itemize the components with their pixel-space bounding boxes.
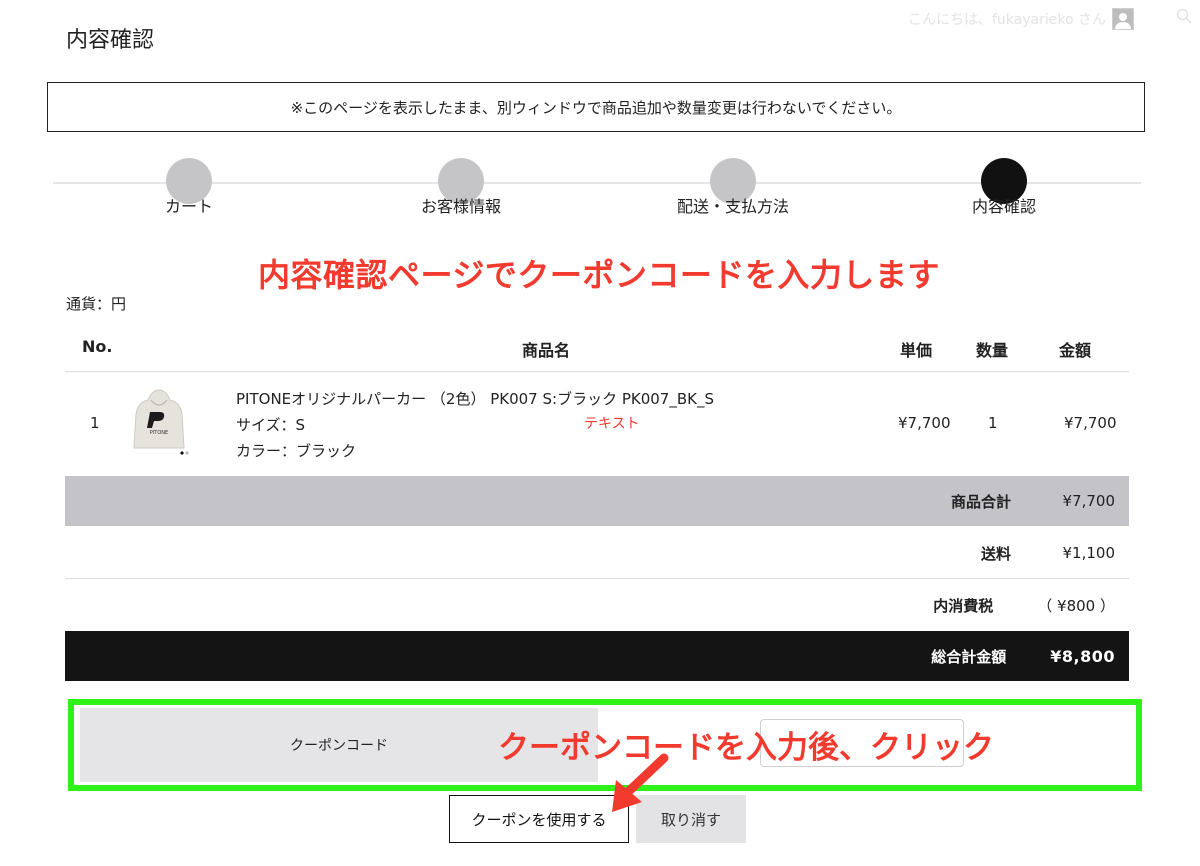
tax-row: 内消費税 （ ¥800 ）	[65, 580, 1129, 630]
shipping-row: 送料 ¥1,100	[65, 528, 1129, 578]
quantity: 1	[988, 414, 998, 432]
annotation-coupon: クーポンコードを入力後、クリック	[498, 730, 994, 766]
product-thumbnail-logo: PITONE	[150, 430, 168, 436]
total-value: ¥8,800	[1050, 646, 1115, 666]
table-row: 1 PITONE PITONEオリジナルパーカー （2色） PK007 S:ブラ…	[0, 372, 1200, 474]
tax-value: （ ¥800 ）	[1037, 596, 1115, 615]
annotation-top: 内容確認ページでクーポンコードを入力します	[258, 256, 940, 294]
col-header-unit-price: 単価	[900, 341, 933, 360]
step-label-shipping-payment: 配送・支払方法	[676, 197, 790, 216]
subtotal-value: ¥7,700	[1062, 492, 1116, 510]
search-icon[interactable]	[1176, 8, 1192, 24]
subtotal-label: 商品合計	[950, 492, 1011, 511]
notice-box: ※このページを表示したまま、別ウィンドウで商品追加や数量変更は行わないでください…	[47, 82, 1145, 132]
shipping-label: 送料	[980, 544, 1011, 563]
page-title: 内容確認	[66, 28, 155, 53]
step-label-customer-info: お客様情報	[420, 197, 502, 216]
tax-label: 内消費税	[933, 596, 994, 615]
arrow-icon	[612, 753, 669, 812]
shipping-value: ¥1,100	[1062, 544, 1116, 562]
stepper-line	[53, 182, 1141, 184]
greeting-text: こんにちは、fukayarieko さん	[908, 12, 1106, 28]
user-greeting: こんにちは、fukayarieko さん	[908, 8, 1134, 30]
col-header-qty: 数量	[976, 341, 1009, 360]
step-label-cart: カート	[164, 197, 214, 216]
total-row: 総合計金額 ¥8,800	[65, 631, 1129, 681]
unit-price: ¥7,700	[898, 414, 951, 432]
col-header-product: 商品名	[522, 341, 571, 360]
row-no: 1	[90, 414, 100, 432]
user-icon	[1115, 13, 1131, 29]
total-label: 総合計金額	[931, 647, 1007, 666]
product-size: サイズ：S	[236, 416, 306, 434]
avatar[interactable]	[1112, 8, 1134, 30]
step-label-confirm: 内容確認	[971, 197, 1037, 216]
col-header-amount: 金額	[1059, 341, 1092, 360]
line-amount: ¥7,700	[1064, 414, 1117, 432]
product-note: テキスト	[584, 416, 640, 432]
col-header-no: No.	[82, 337, 113, 356]
product-name[interactable]: PITONEオリジナルパーカー （2色） PK007 S:ブラック PK007_…	[236, 388, 714, 409]
product-color: カラー：ブラック	[236, 442, 357, 460]
currency-label: 通貨：円	[66, 295, 127, 313]
subtotal-row: 商品合計 ¥7,700	[65, 476, 1129, 526]
product-thumbnail[interactable]: PITONE	[124, 386, 194, 458]
summary-divider	[65, 578, 1129, 579]
